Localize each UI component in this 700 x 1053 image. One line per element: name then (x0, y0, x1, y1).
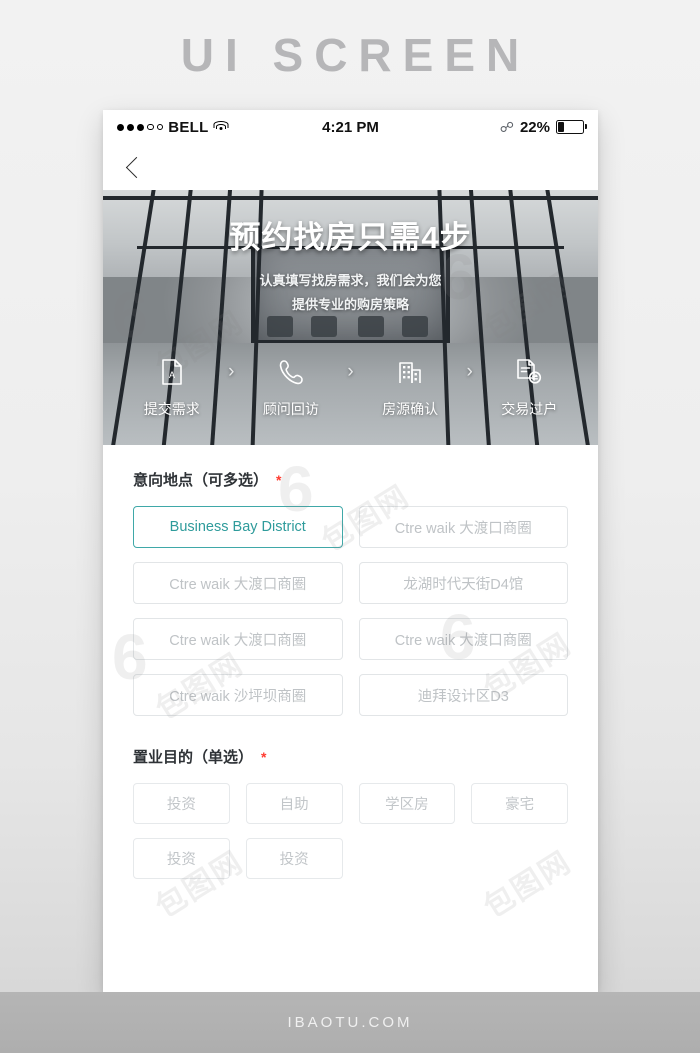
step-label: 房源确认 (382, 401, 439, 417)
step-transaction-transfer: 交易过户 (487, 355, 572, 419)
location-chip[interactable]: Ctre waik 大渡口商圈 (133, 562, 343, 604)
purpose-chip[interactable]: 自助 (245, 783, 343, 824)
step-arrow-icon: › (466, 361, 473, 382)
transfer-document-icon (487, 355, 572, 389)
location-chip[interactable]: Business Bay District (133, 506, 343, 548)
purpose-section: 置业目的（单选） * 投资 自助 学区房 豪宅 投资 投资 (133, 746, 568, 879)
location-options-grid: Business Bay District Ctre waik 大渡口商圈 Ct… (133, 506, 568, 716)
nav-bar (103, 144, 598, 190)
purpose-chip[interactable]: 投资 (133, 838, 230, 879)
battery-icon (556, 120, 587, 134)
step-advisor-callback: 顾问回访 (248, 355, 333, 419)
step-label: 顾问回访 (262, 401, 319, 417)
status-bar-right: ☍ 22% (499, 118, 587, 136)
hero-subtitle: 认真填写找房需求，我们会为您 提供专业的购房策略 (103, 269, 598, 317)
step-label: 提交需求 (143, 401, 200, 417)
battery-percent-label: 22% (519, 118, 550, 136)
step-arrow-icon: › (228, 361, 235, 382)
bluetooth-icon: ☍ (499, 119, 514, 135)
location-chip[interactable]: Ctre waik 大渡口商圈 (358, 618, 568, 660)
purpose-label-text: 置业目的（单选） (133, 749, 254, 766)
required-asterisk: * (261, 749, 267, 765)
steps-row: A 提交需求 › 顾问回访 › 房源确认 › 交易过户 (103, 355, 598, 419)
location-chip[interactable]: 龙湖时代天街D4馆 (358, 562, 568, 604)
hero-title: 预约找房只需4步 (229, 220, 472, 255)
step-label: 交易过户 (501, 401, 558, 417)
purpose-chip[interactable]: 学区房 (358, 783, 456, 824)
hero-subtitle-line-1: 认真填写找房需求，我们会为您 (259, 273, 442, 288)
building-icon (367, 355, 452, 389)
document-icon: A (129, 355, 214, 389)
step-arrow-icon: › (347, 361, 354, 382)
form-section: 意向地点（可多选） * Business Bay District Ctre wa… (103, 445, 598, 879)
purpose-chip[interactable]: 投资 (245, 838, 343, 879)
location-chip[interactable]: Ctre waik 沙坪坝商圈 (133, 674, 343, 716)
location-chip[interactable]: Ctre waik 大渡口商圈 (133, 618, 343, 660)
purpose-options-grid: 投资 自助 学区房 豪宅 投资 投资 (133, 783, 568, 879)
step-submit-requirement: A 提交需求 (129, 355, 214, 419)
phone-mockup: BELL 4:21 PM ☍ 22% 预约找房只需4步 认真填写找房需求，我们会… (103, 110, 598, 992)
hero-text-block: 预约找房只需4步 认真填写找房需求，我们会为您 提供专业的购房策略 (103, 212, 598, 317)
svg-text:A: A (169, 370, 175, 380)
location-chip[interactable]: Ctre waik 大渡口商圈 (358, 506, 568, 548)
page-title: UI SCREEN (180, 29, 531, 81)
phone-icon (248, 355, 333, 389)
hero-subtitle-line-2: 提供专业的购房策略 (291, 297, 409, 312)
purpose-chip[interactable]: 投资 (133, 783, 230, 824)
footer-bar: IBAOTU.COM (0, 992, 700, 1053)
hero-banner: 预约找房只需4步 认真填写找房需求，我们会为您 提供专业的购房策略 A 提交需求… (103, 190, 598, 445)
purpose-section-label: 置业目的（单选） * (133, 746, 568, 767)
purpose-chip[interactable]: 豪宅 (471, 783, 568, 824)
location-section-label: 意向地点（可多选） * (133, 469, 568, 490)
footer-text: IBAOTU.COM (287, 1014, 413, 1031)
location-chip[interactable]: 迪拜设计区D3 (358, 674, 568, 716)
location-label-text: 意向地点（可多选） (133, 472, 269, 489)
back-button-icon[interactable] (125, 156, 148, 178)
step-listing-confirm: 房源确认 (367, 355, 452, 419)
status-bar: BELL 4:21 PM ☍ 22% (103, 110, 598, 144)
required-asterisk: * (276, 472, 282, 488)
